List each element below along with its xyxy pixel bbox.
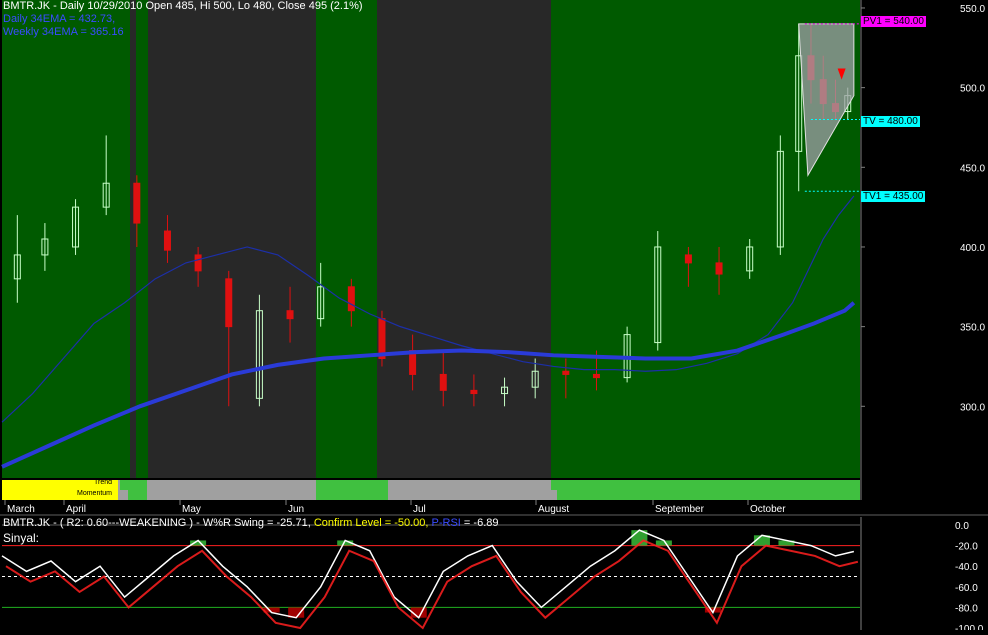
candle-body-15: [470, 389, 478, 395]
lower-y-tick-label-2: -40.0: [955, 562, 978, 573]
lower-y-tick-label-3: -60.0: [955, 583, 978, 594]
chart-stage: 550.0 500.0 450.0 400.0 350.0 300.0 March April…: [0, 0, 988, 635]
candle-body-23: [715, 262, 723, 275]
y-tick-label-2: 450.0: [960, 163, 985, 174]
x-tick-label-7: October: [750, 504, 786, 515]
lower-title-c: P-RSI: [428, 517, 461, 529]
candle-body-9: [286, 310, 294, 320]
weekly-ema-label: Weekly 34EMA = 365.16: [3, 26, 124, 38]
x-tick-label-6: September: [655, 504, 705, 515]
x-tick-label-4: Jul: [413, 504, 426, 515]
candle-body-22: [684, 254, 692, 264]
daily-ema-label: Daily 34EMA = 432.73,: [3, 13, 116, 25]
lower-y-tick-label-0: 0.0: [955, 521, 969, 532]
candle-body-6: [194, 254, 202, 272]
x-tick-label-5: August: [538, 504, 569, 515]
regime-band-3: [148, 0, 316, 478]
regime-band-5: [377, 0, 551, 478]
lower-y-tick-label-4: -80.0: [955, 603, 978, 614]
y-tick-label-3: 400.0: [960, 243, 985, 254]
trend-strip-green-3: [646, 480, 860, 490]
lower-title-a: BMTR.JK - ( R2: 0.60---WEAKENING ) - W%R…: [3, 517, 311, 529]
y-tick-label-4: 350.0: [960, 323, 985, 334]
x-tick-label-0: March: [7, 504, 35, 515]
x-tick-label-1: April: [66, 504, 86, 515]
lower-title: BMTR.JK - ( R2: 0.60---WEAKENING ) - W%R…: [3, 517, 498, 529]
tv-label: TV = 480.00: [861, 116, 920, 127]
candle-body-4: [133, 182, 141, 224]
trend-strip-green-1: [316, 480, 388, 490]
y-tick-label-5: 300.0: [960, 402, 985, 413]
momentum-strip-green-1: [316, 490, 388, 500]
pv1-label: PV1 = 540.00: [861, 16, 926, 27]
lower-y-tick-label-5: -100.0: [955, 624, 984, 630]
tv1-label: TV1 = 435.00: [861, 191, 926, 202]
lower-title-d: = -6.89: [460, 517, 499, 529]
lower-title-b: Confirm Level = -50.00,: [310, 517, 429, 529]
candle-body-14: [439, 373, 447, 391]
regime-band-0: [2, 0, 130, 478]
momentum-strip-green-2: [557, 490, 860, 500]
chart-svg: 550.0 500.0 450.0 400.0 350.0 300.0 March April…: [0, 0, 988, 635]
lower-y-tick-label-1: -20.0: [955, 542, 978, 553]
candle-body-18: [562, 370, 570, 375]
candle-body-7: [225, 278, 233, 328]
header-title: BMTR.JK - Daily 10/29/2010 Open 485, Hi …: [3, 0, 363, 12]
regime-band-4: [316, 0, 377, 478]
x-tick-label-2: May: [182, 504, 201, 515]
candle-body-19: [592, 373, 600, 379]
trend-label: Trend: [94, 479, 113, 486]
sinyal-label: Sinyal:: [3, 531, 40, 545]
candle-body-5: [163, 230, 171, 251]
candle-body-11: [347, 286, 355, 312]
trend-strip-green-0: [120, 480, 147, 490]
x-tick-label-3: Jun: [288, 504, 304, 515]
momentum-strip-green-0: [128, 490, 147, 500]
momentum-label: Momentum: [77, 490, 113, 497]
y-tick-label-1: 500.0: [960, 84, 985, 95]
y-tick-label-0: 550.0: [960, 4, 985, 15]
trend-strip-green-2: [551, 480, 646, 490]
